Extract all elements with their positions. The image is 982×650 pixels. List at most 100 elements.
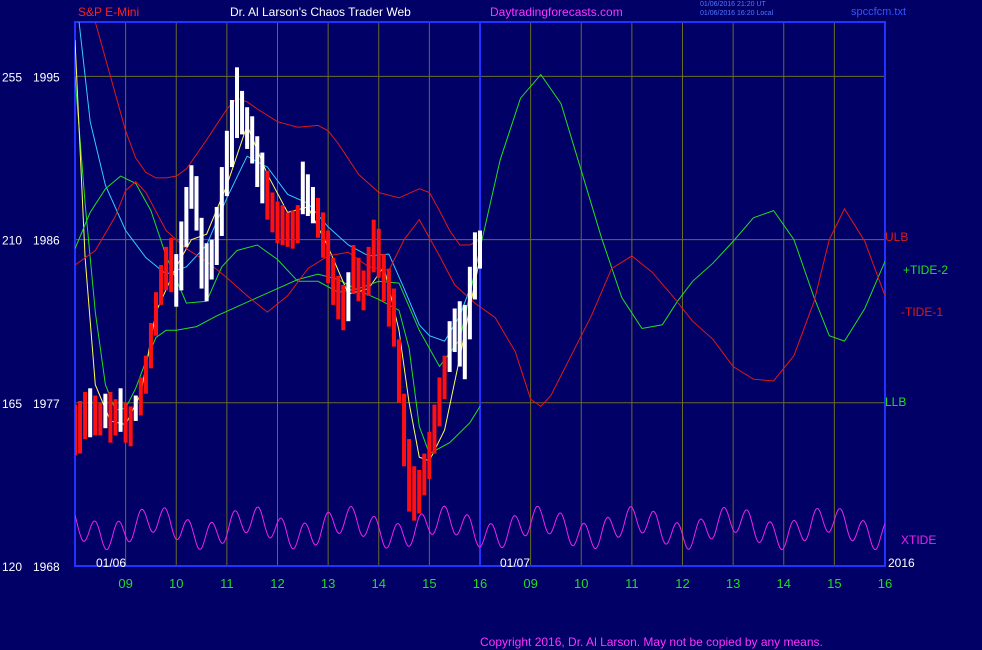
price-bar bbox=[391, 288, 396, 347]
timestamp-local: 01/06/2016 16:20 Local bbox=[700, 10, 774, 17]
price-bar bbox=[417, 469, 422, 514]
x-tick-label: 10 bbox=[169, 576, 183, 591]
price-bar bbox=[224, 130, 229, 197]
price-bar bbox=[290, 210, 295, 249]
author-title: Dr. Al Larson's Chaos Trader Web bbox=[230, 5, 411, 19]
price-bar bbox=[128, 406, 133, 447]
y-tick-label-left: 165 bbox=[2, 397, 22, 411]
x-tick-label: 13 bbox=[321, 576, 335, 591]
x-tick-label: 13 bbox=[726, 576, 740, 591]
price-bar bbox=[432, 404, 437, 454]
price-bar bbox=[366, 246, 371, 296]
price-bar bbox=[457, 301, 462, 367]
price-bar bbox=[179, 221, 184, 291]
price-bar bbox=[295, 205, 300, 244]
price-bar bbox=[356, 257, 361, 302]
price-bar bbox=[159, 264, 164, 305]
price-bar bbox=[447, 321, 452, 372]
price-bar bbox=[189, 165, 194, 209]
price-bar bbox=[437, 377, 442, 427]
price-bar bbox=[452, 308, 457, 353]
x-tick-label: 10 bbox=[574, 576, 588, 591]
price-bar bbox=[326, 230, 331, 284]
y-tick-label-left: 255 bbox=[2, 70, 22, 84]
price-bar bbox=[245, 107, 250, 149]
price-bar bbox=[229, 99, 234, 168]
price-bar bbox=[346, 272, 351, 322]
price-bar bbox=[75, 404, 77, 456]
site-link[interactable]: Daytradingforecasts.com bbox=[490, 5, 623, 19]
x-forecast-date-label: 01/07 bbox=[500, 556, 530, 570]
price-bar bbox=[376, 228, 381, 278]
price-bar bbox=[386, 268, 391, 327]
price-bar bbox=[169, 237, 174, 293]
symbol-title: S&P E-Mini bbox=[78, 5, 140, 19]
x-tick-label: 09 bbox=[523, 576, 537, 591]
price-bar bbox=[402, 393, 407, 467]
price-bar bbox=[78, 400, 83, 454]
data-file-name: spccfcm.txt bbox=[851, 6, 907, 18]
price-bar bbox=[148, 323, 153, 369]
price-bar bbox=[108, 391, 113, 443]
x-tick-label: 12 bbox=[675, 576, 689, 591]
x-tick-label: 16 bbox=[878, 576, 892, 591]
price-bar bbox=[412, 466, 417, 521]
x-tick-label: 14 bbox=[372, 576, 386, 591]
x-tick-label: 11 bbox=[220, 576, 234, 591]
price-bar bbox=[321, 212, 326, 258]
price-bar bbox=[143, 355, 148, 394]
price-bar bbox=[255, 136, 260, 188]
price-bar bbox=[204, 243, 209, 302]
price-bar bbox=[194, 176, 199, 231]
series-label-xtide: XTIDE bbox=[901, 533, 936, 547]
x-tick-label: 15 bbox=[422, 576, 436, 591]
series-label-tide1: -TIDE-1 bbox=[901, 305, 943, 319]
price-bar bbox=[407, 439, 412, 512]
price-bar bbox=[199, 217, 204, 289]
price-bar bbox=[154, 292, 158, 336]
series-label-tide2: +TIDE-2 bbox=[903, 263, 948, 277]
price-bar bbox=[123, 402, 128, 443]
price-bar bbox=[219, 167, 224, 236]
y-tick-label-left: 210 bbox=[2, 234, 22, 248]
price-bar bbox=[113, 399, 118, 436]
copyright-text: Copyright 2016, Dr. Al Larson. May not b… bbox=[480, 635, 823, 649]
price-bar bbox=[305, 174, 310, 217]
price-bar bbox=[214, 206, 219, 265]
price-bar bbox=[300, 161, 305, 215]
price-bar bbox=[98, 402, 103, 436]
price-bar bbox=[462, 304, 467, 380]
y-tick-label-right: 1986 bbox=[33, 234, 60, 248]
x-start-date-label: 01/06 bbox=[96, 556, 126, 570]
price-bar bbox=[381, 254, 386, 302]
x-tick-label: 14 bbox=[777, 576, 791, 591]
price-bar bbox=[270, 192, 275, 233]
chaos-chart: 255 1995 210 1986 165 1977 120 1968 09 10 11 12 13 14… bbox=[2, 21, 948, 591]
price-bar bbox=[280, 205, 285, 246]
y-tick-label-right: 1968 bbox=[33, 560, 60, 574]
x-tick-label: 09 bbox=[118, 576, 132, 591]
price-bar bbox=[472, 232, 477, 300]
price-bar bbox=[427, 431, 432, 479]
price-bar bbox=[361, 270, 366, 311]
price-bar bbox=[467, 266, 472, 340]
price-bar bbox=[250, 116, 255, 164]
price-bar bbox=[442, 355, 447, 400]
price-bar bbox=[88, 388, 93, 438]
price-bar bbox=[422, 453, 427, 496]
price-bar bbox=[275, 201, 280, 244]
timestamp-ut: 01/06/2016 21:20 UT bbox=[700, 1, 766, 8]
price-bar bbox=[331, 257, 336, 305]
x-tick-label: 16 bbox=[473, 576, 487, 591]
price-bar bbox=[478, 230, 482, 269]
price-bar bbox=[184, 187, 189, 247]
price-bar bbox=[316, 197, 320, 238]
series-label-ulb: ULB bbox=[885, 230, 908, 244]
price-bar bbox=[351, 245, 356, 294]
price-bar bbox=[83, 391, 88, 440]
price-bar bbox=[235, 67, 239, 139]
price-bar bbox=[260, 152, 265, 204]
price-bar bbox=[285, 212, 290, 247]
y-tick-label-left: 120 bbox=[2, 560, 22, 574]
x-year-label: 2016 bbox=[888, 556, 915, 570]
